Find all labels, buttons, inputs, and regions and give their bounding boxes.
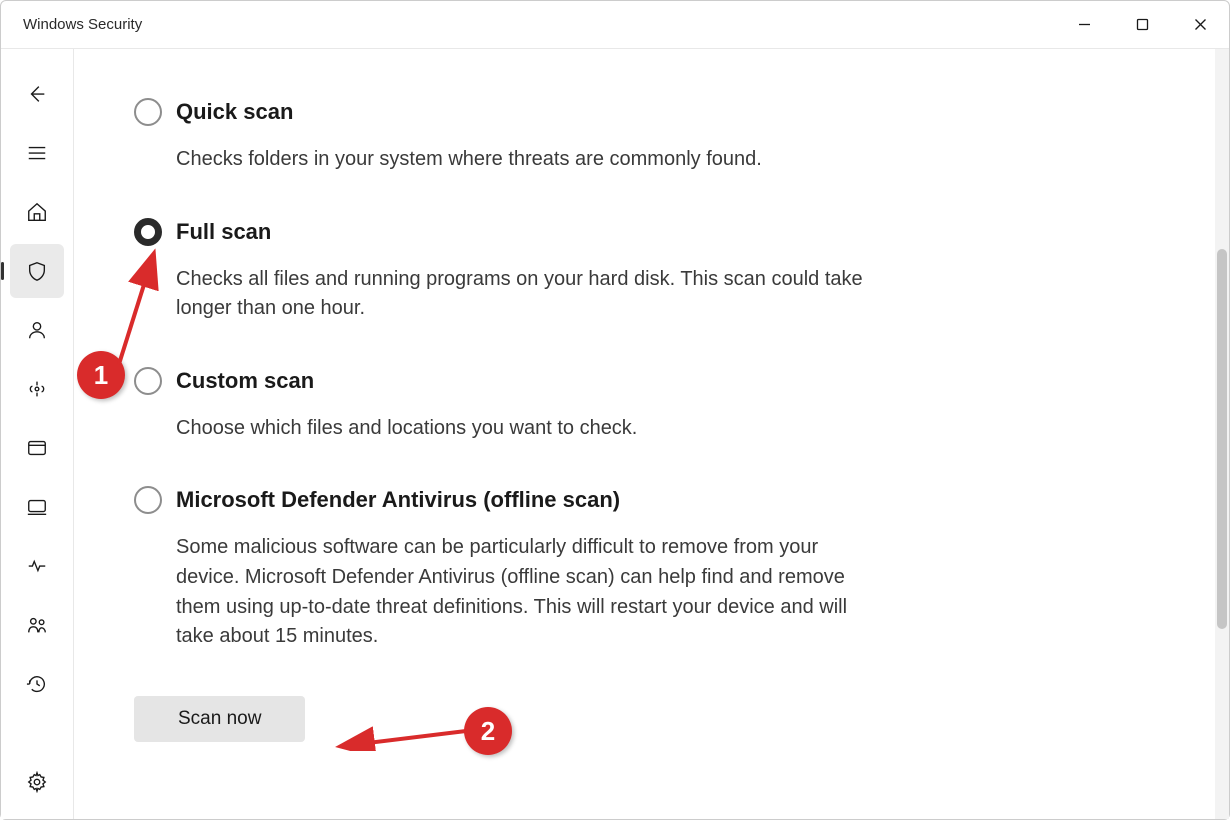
device-security-icon[interactable] bbox=[10, 480, 64, 534]
window-title: Windows Security bbox=[23, 16, 142, 33]
custom-scan-option[interactable]: Custom scan Choose which files and locat… bbox=[134, 368, 934, 444]
protection-history-icon[interactable] bbox=[10, 657, 64, 711]
offline-scan-desc: Some malicious software can be particula… bbox=[176, 533, 876, 651]
full-scan-option[interactable]: Full scan Checks all files and running p… bbox=[134, 219, 934, 324]
quick-scan-title: Quick scan bbox=[176, 99, 934, 125]
custom-scan-desc: Choose which files and locations you wan… bbox=[176, 414, 876, 444]
firewall-icon[interactable] bbox=[10, 362, 64, 416]
back-button[interactable] bbox=[10, 67, 64, 121]
full-scan-desc: Checks all files and running programs on… bbox=[176, 265, 876, 324]
offline-scan-option[interactable]: Microsoft Defender Antivirus (offline sc… bbox=[134, 487, 934, 651]
scrollbar[interactable] bbox=[1215, 49, 1229, 819]
custom-scan-title: Custom scan bbox=[176, 368, 934, 394]
maximize-button[interactable] bbox=[1113, 1, 1171, 49]
minimize-button[interactable] bbox=[1055, 1, 1113, 49]
radio-custom-scan[interactable] bbox=[134, 367, 162, 395]
full-scan-title: Full scan bbox=[176, 219, 934, 245]
quick-scan-option[interactable]: Quick scan Checks folders in your system… bbox=[134, 99, 934, 175]
device-performance-icon[interactable] bbox=[10, 539, 64, 593]
virus-protection-icon[interactable] bbox=[10, 244, 64, 298]
radio-offline-scan[interactable] bbox=[134, 486, 162, 514]
main-content: Quick scan Checks folders in your system… bbox=[73, 49, 1229, 819]
sidebar bbox=[1, 49, 73, 819]
settings-icon[interactable] bbox=[10, 755, 64, 809]
offline-scan-title: Microsoft Defender Antivirus (offline sc… bbox=[176, 487, 934, 513]
quick-scan-desc: Checks folders in your system where thre… bbox=[176, 145, 876, 175]
account-protection-icon[interactable] bbox=[10, 303, 64, 357]
scan-now-button[interactable]: Scan now bbox=[134, 696, 305, 742]
scrollbar-thumb[interactable] bbox=[1217, 249, 1227, 629]
app-browser-icon[interactable] bbox=[10, 421, 64, 475]
close-button[interactable] bbox=[1171, 1, 1229, 49]
family-options-icon[interactable] bbox=[10, 598, 64, 652]
window-controls bbox=[1055, 1, 1229, 49]
radio-full-scan[interactable] bbox=[134, 218, 162, 246]
radio-quick-scan[interactable] bbox=[134, 98, 162, 126]
title-bar: Windows Security bbox=[1, 1, 1229, 49]
menu-button[interactable] bbox=[10, 126, 64, 180]
home-icon[interactable] bbox=[10, 185, 64, 239]
